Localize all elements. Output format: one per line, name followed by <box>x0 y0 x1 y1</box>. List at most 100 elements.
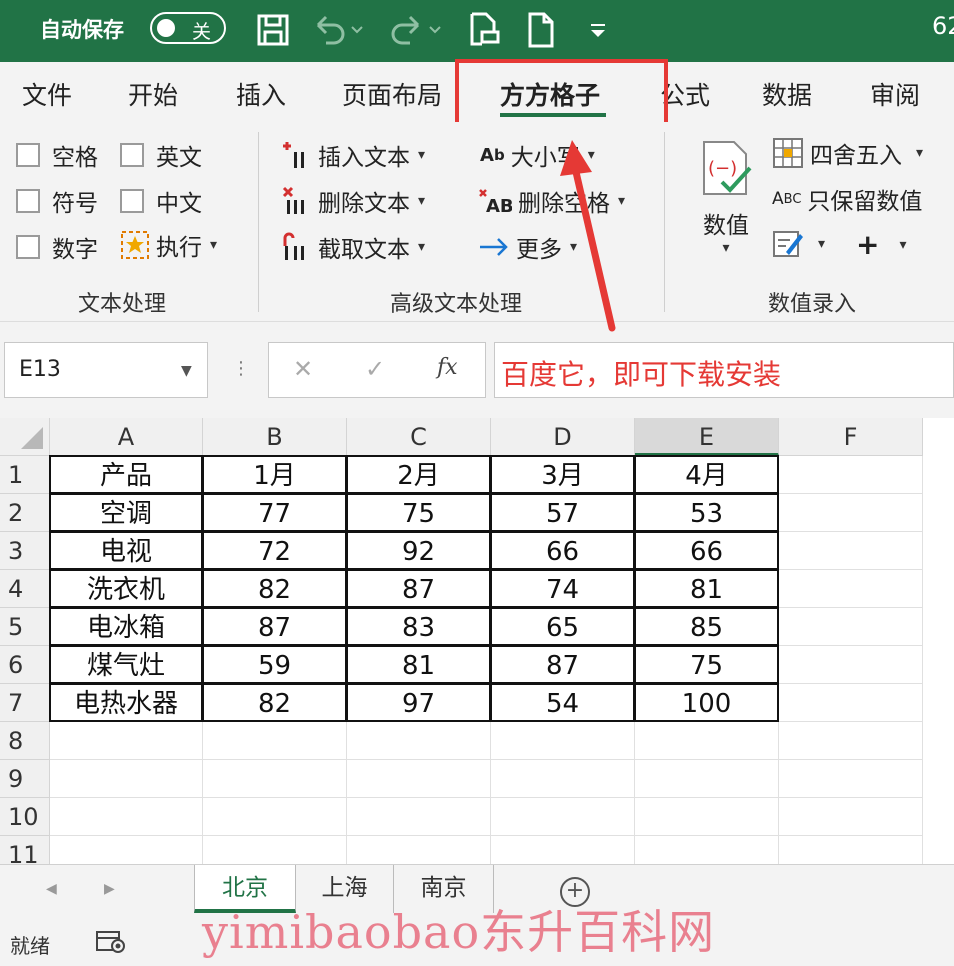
row-header-11[interactable]: 11 <box>0 836 50 864</box>
cell-c6[interactable]: 81 <box>346 645 491 684</box>
cell-f8[interactable] <box>779 722 923 760</box>
checkbox-box[interactable] <box>120 143 144 167</box>
cell-b1[interactable]: 1月 <box>202 455 347 494</box>
row-header-8[interactable]: 8 <box>0 722 50 760</box>
cell-a1[interactable]: 产品 <box>49 455 203 494</box>
cell-b6[interactable]: 59 <box>202 645 347 684</box>
redo-icon[interactable] <box>390 12 442 48</box>
row-header-4[interactable]: 4 <box>0 570 50 608</box>
column-header-f[interactable]: F <box>779 418 923 456</box>
cell-b5[interactable]: 87 <box>202 607 347 646</box>
checkbox-symbol[interactable]: 符号 <box>16 184 98 218</box>
name-box[interactable]: E13 ▼ <box>4 342 208 398</box>
spreadsheet-grid[interactable]: A B C D E F 1 产品 1月 2月 3月 4月 2 空调 77 75 57 53 3 电视 72 92 66 66 4… <box>0 418 954 864</box>
cut-text-button[interactable]: 截取文本 ▾ <box>282 230 425 264</box>
tab-review[interactable]: 审阅 <box>870 76 920 112</box>
autosave-toggle[interactable]: 关 <box>150 12 226 44</box>
cell-b11[interactable] <box>203 836 347 864</box>
cell-b9[interactable] <box>203 760 347 798</box>
cell-f3[interactable] <box>779 532 923 570</box>
cell-e9[interactable] <box>635 760 779 798</box>
column-header-b[interactable]: B <box>203 418 347 456</box>
more-button[interactable]: 更多 ▾ <box>478 230 577 264</box>
insert-text-button[interactable]: 插入文本 ▾ <box>282 138 425 172</box>
print-preview-icon[interactable] <box>466 12 502 48</box>
column-header-d[interactable]: D <box>491 418 635 456</box>
next-sheet-icon[interactable]: ▶ <box>104 881 115 897</box>
case-button[interactable]: Ab 大小写 ▾ <box>480 138 595 172</box>
save-icon[interactable] <box>254 12 292 48</box>
row-header-10[interactable]: 10 <box>0 798 50 836</box>
cell-c1[interactable]: 2月 <box>346 455 491 494</box>
cell-e7[interactable]: 100 <box>634 683 779 722</box>
cell-e6[interactable]: 75 <box>634 645 779 684</box>
cell-b7[interactable]: 82 <box>202 683 347 722</box>
cell-b4[interactable]: 82 <box>202 569 347 608</box>
cell-c10[interactable] <box>347 798 491 836</box>
keep-values-button[interactable]: A BC 只保留数值 <box>772 182 922 216</box>
tab-page-layout[interactable]: 页面布局 <box>342 76 442 112</box>
column-header-a[interactable]: A <box>50 418 203 456</box>
cell-e11[interactable] <box>635 836 779 864</box>
chevron-down-icon[interactable]: ▼ <box>181 363 192 379</box>
checkbox-box[interactable] <box>120 189 144 213</box>
cell-d1[interactable]: 3月 <box>490 455 635 494</box>
checkbox-space[interactable]: 空格 <box>16 138 98 172</box>
cell-d3[interactable]: 66 <box>490 531 635 570</box>
cell-e4[interactable]: 81 <box>634 569 779 608</box>
cell-d11[interactable] <box>491 836 635 864</box>
cell-c3[interactable]: 92 <box>346 531 491 570</box>
column-header-c[interactable]: C <box>347 418 491 456</box>
cell-c8[interactable] <box>347 722 491 760</box>
cancel-icon[interactable]: ✕ <box>293 355 313 383</box>
vertical-dots-icon[interactable]: ⋮ <box>232 358 250 379</box>
checkbox-box[interactable] <box>16 189 40 213</box>
cell-e5[interactable]: 85 <box>634 607 779 646</box>
cell-d6[interactable]: 87 <box>490 645 635 684</box>
row-header-2[interactable]: 2 <box>0 494 50 532</box>
column-header-e[interactable]: E <box>635 418 779 456</box>
row-header-3[interactable]: 3 <box>0 532 50 570</box>
add-button[interactable]: + ▾ <box>856 228 907 261</box>
edit-note-button[interactable]: ▾ <box>772 228 825 260</box>
value-button[interactable]: (−) 数值 ▾ <box>696 138 756 256</box>
macro-record-icon[interactable] <box>96 930 126 958</box>
cell-a10[interactable] <box>50 798 203 836</box>
checkbox-chinese[interactable]: 中文 <box>120 184 202 218</box>
cell-e1[interactable]: 4月 <box>634 455 779 494</box>
cell-a8[interactable] <box>50 722 203 760</box>
cell-f4[interactable] <box>779 570 923 608</box>
row-header-7[interactable]: 7 <box>0 684 50 722</box>
cell-a9[interactable] <box>50 760 203 798</box>
cell-f10[interactable] <box>779 798 923 836</box>
cell-b10[interactable] <box>203 798 347 836</box>
customize-toolbar-icon[interactable] <box>586 12 610 48</box>
cell-b2[interactable]: 77 <box>202 493 347 532</box>
cell-e8[interactable] <box>635 722 779 760</box>
function-icon[interactable]: fx <box>437 355 458 380</box>
tab-insert[interactable]: 插入 <box>236 76 286 112</box>
checkbox-box[interactable] <box>16 143 40 167</box>
cell-c7[interactable]: 97 <box>346 683 491 722</box>
cell-f9[interactable] <box>779 760 923 798</box>
execute-button[interactable]: 执行 ▾ <box>120 228 217 262</box>
checkbox-number[interactable]: 数字 <box>16 230 98 264</box>
cell-a3[interactable]: 电视 <box>49 531 203 570</box>
row-header-5[interactable]: 5 <box>0 608 50 646</box>
formula-input[interactable]: 百度它，即可下载安装 <box>494 342 954 398</box>
cell-a4[interactable]: 洗衣机 <box>49 569 203 608</box>
cell-a2[interactable]: 空调 <box>49 493 203 532</box>
cell-f7[interactable] <box>779 684 923 722</box>
cell-b3[interactable]: 72 <box>202 531 347 570</box>
cell-c9[interactable] <box>347 760 491 798</box>
cell-f6[interactable] <box>779 646 923 684</box>
prev-sheet-icon[interactable]: ◀ <box>46 881 57 897</box>
cell-e10[interactable] <box>635 798 779 836</box>
cell-a11[interactable] <box>50 836 203 864</box>
cell-c5[interactable]: 83 <box>346 607 491 646</box>
tab-home[interactable]: 开始 <box>128 76 178 112</box>
row-header-9[interactable]: 9 <box>0 760 50 798</box>
select-all-corner[interactable] <box>0 418 50 456</box>
cell-d5[interactable]: 65 <box>490 607 635 646</box>
row-header-6[interactable]: 6 <box>0 646 50 684</box>
